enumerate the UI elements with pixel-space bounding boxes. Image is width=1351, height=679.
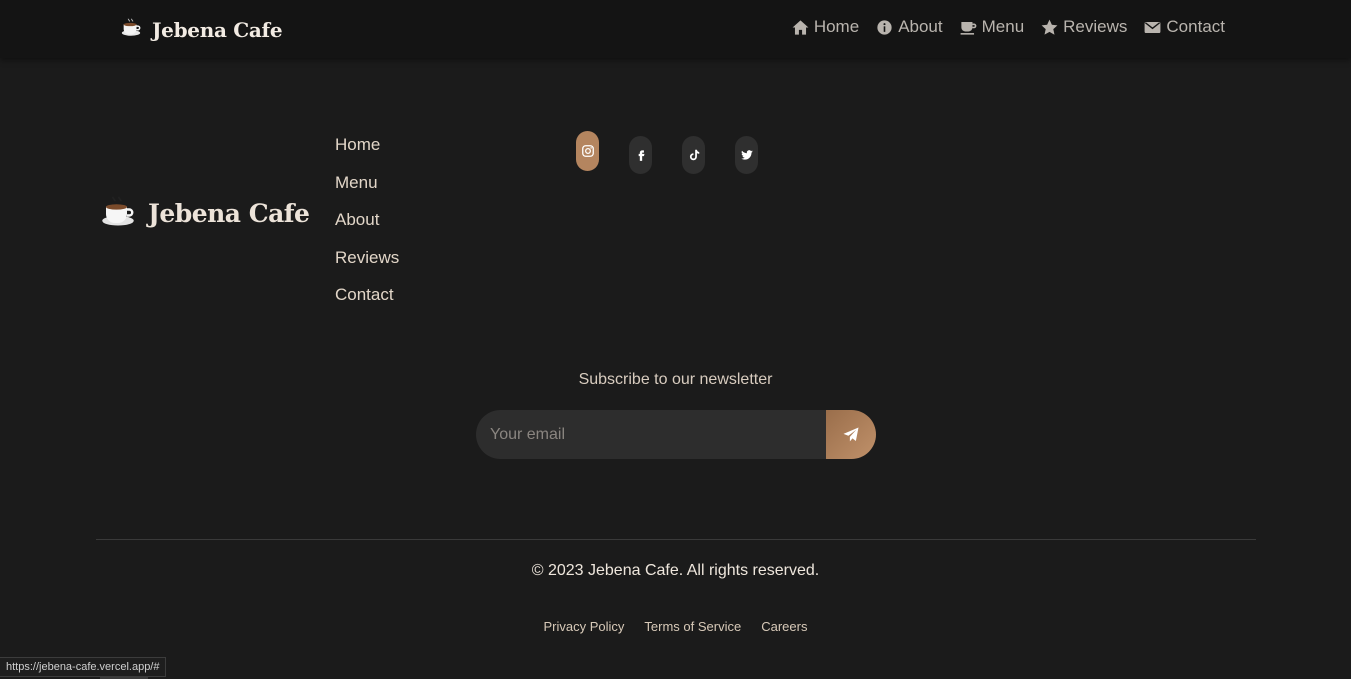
footer-link-reviews[interactable]: Reviews [335,247,399,285]
twitter-icon [740,150,753,160]
instagram-icon [581,145,594,157]
nav-about-label: About [898,17,943,36]
nav-home-label: Home [813,17,860,36]
footer-brand[interactable]: Jebena Cafe [100,193,310,234]
careers-link[interactable]: Careers [761,619,807,634]
main-nav: Home About Menu Reviews Contact [791,17,1225,37]
footer-link-contact[interactable]: Contact [335,284,399,322]
navbar-brand[interactable]: Jebena Cafe [120,16,283,43]
privacy-policy-link[interactable]: Privacy Policy [544,619,625,634]
nav-contact-label: Contact [1166,17,1225,36]
nav-menu-label: Menu [981,17,1025,36]
nav-reviews-label: Reviews [1063,17,1128,36]
tiktok-icon [689,149,699,161]
info-icon [877,19,892,35]
social-twitter[interactable] [735,136,758,174]
copyright-text: © 2023 Jebena Cafe. All rights reserved. [531,562,820,579]
envelope-icon [1144,21,1161,33]
newsletter-title: Subscribe to our newsletter [578,371,773,388]
coffee-cup-icon [960,21,977,35]
home-icon [792,19,809,35]
coffee-cup-logo-icon [100,193,136,234]
newsletter-email-input[interactable] [476,410,826,459]
legal-links: Privacy Policy Terms of Service Careers [0,619,1351,634]
social-links [576,128,758,174]
nav-reviews[interactable]: Reviews [1040,17,1127,37]
terms-of-service-link[interactable]: Terms of Service [644,619,741,634]
footer-link-home[interactable]: Home [335,134,399,172]
star-icon [1041,19,1058,35]
social-instagram[interactable] [576,131,599,171]
footer-link-about[interactable]: About [335,209,399,247]
paper-plane-icon [843,427,859,441]
browser-status-url: https://jebena-cafe.vercel.app/# [0,657,167,677]
nav-home[interactable]: Home [791,17,859,37]
newsletter-submit-button[interactable] [826,410,876,459]
navbar-brand-name: Jebena Cafe [152,17,283,42]
footer-links: Home Menu About Reviews Contact [335,134,399,322]
newsletter-form [476,410,876,459]
footer-link-menu[interactable]: Menu [335,172,399,210]
footer-divider [96,539,1256,540]
nav-about[interactable]: About [875,17,943,37]
coffee-cup-logo-icon [120,16,142,43]
facebook-icon [638,150,644,161]
footer-brand-name: Jebena Cafe [148,199,310,228]
social-tiktok[interactable] [682,136,705,174]
social-facebook[interactable] [629,136,652,174]
top-navbar: Jebena Cafe Home About Menu Reviews Cont… [0,0,1351,58]
nav-contact[interactable]: Contact [1143,17,1225,37]
nav-menu[interactable]: Menu [959,17,1025,37]
